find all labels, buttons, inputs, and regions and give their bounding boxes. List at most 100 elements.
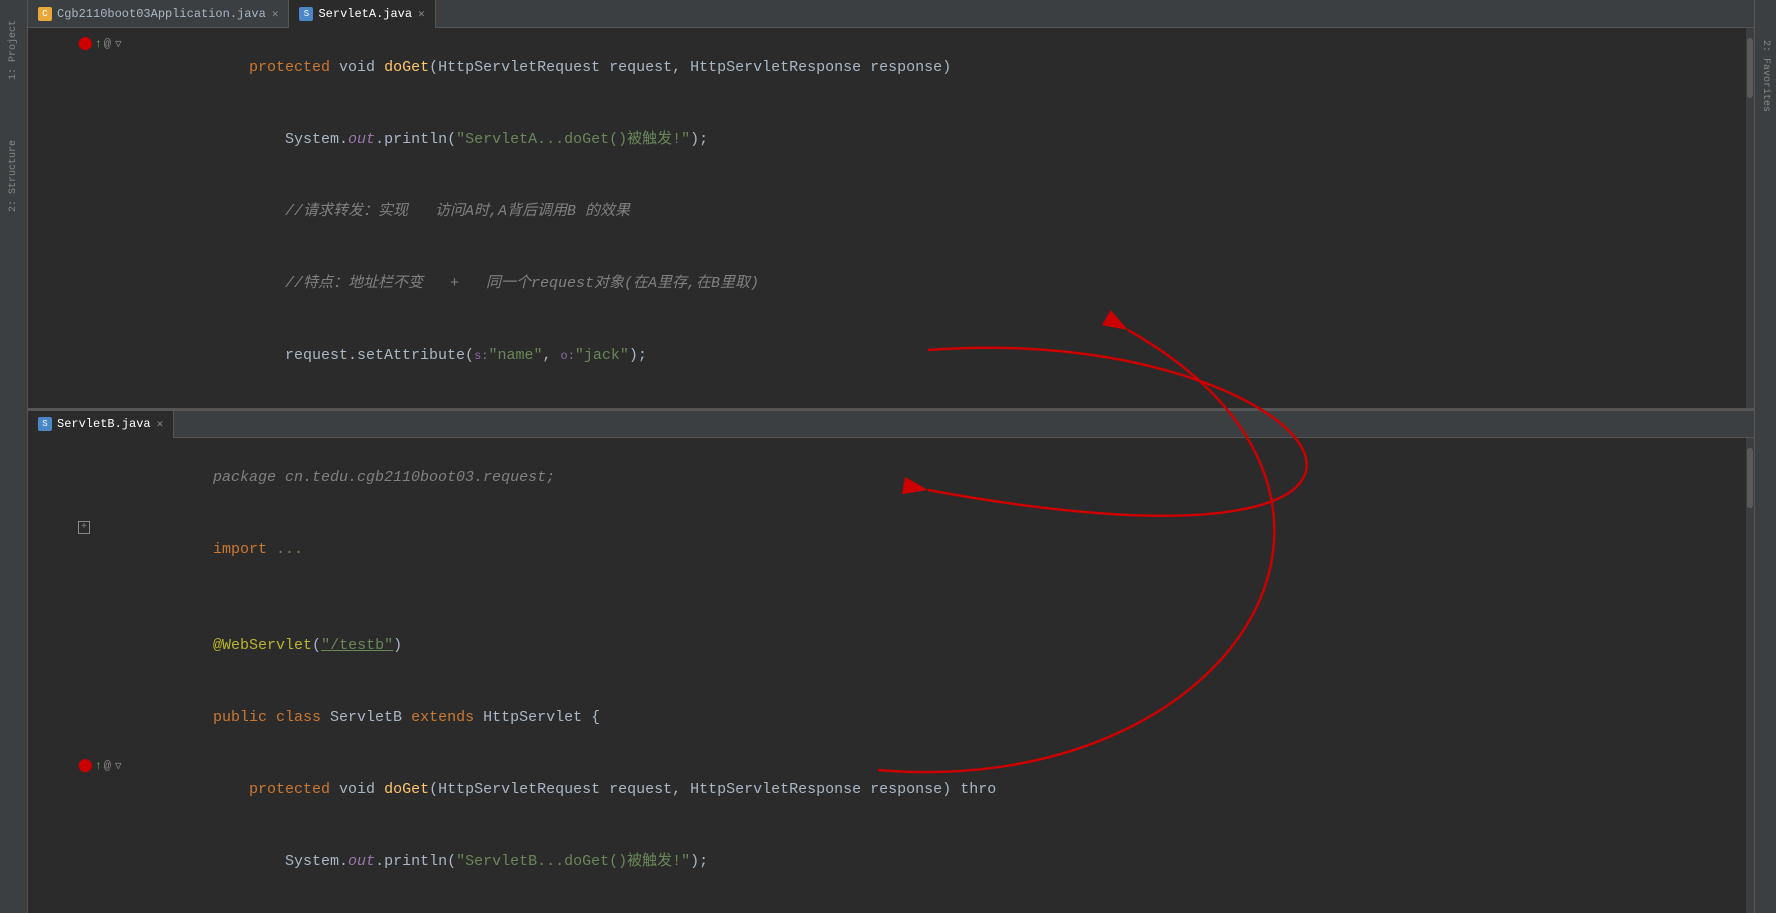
line-5: request.setAttribute(s:"name", o:"jack")…	[28, 320, 1754, 392]
fold-icon-b6[interactable]: ▽	[115, 759, 122, 773]
code-indent-b6	[213, 781, 249, 798]
line-b8: //获取A中存好的数据	[28, 898, 1754, 913]
line-code-b2: import ...	[123, 514, 1746, 586]
line-3: //请求转发：实现 访问A时,A背后调用B 的效果	[28, 176, 1754, 248]
left-sidebar: 1: Project 2: Structure	[0, 0, 28, 913]
code-close-2: );	[690, 131, 708, 148]
out-keyword-b7: out	[348, 853, 375, 870]
line-code-5: request.setAttribute(s:"name", o:"jack")…	[123, 320, 1746, 392]
line-b5: public class ServletB extends HttpServle…	[28, 682, 1754, 754]
fold-marker-b2[interactable]: +	[78, 521, 90, 534]
tab-servleta-close[interactable]: ✕	[418, 7, 425, 21]
line-code-b8: //获取A中存好的数据	[123, 898, 1746, 913]
tab-cgb-application[interactable]: C Cgb2110boot03Application.java ✕	[28, 0, 289, 28]
line-code-b4: @WebServlet("/testb")	[123, 610, 1746, 682]
line-1: ⬤ ↑ @ ▽ protected void doGet(HttpServlet…	[28, 32, 1754, 104]
fold-icon-1[interactable]: ▽	[115, 37, 122, 51]
code-close-5: );	[629, 347, 647, 364]
code-println-2: .println(	[375, 131, 456, 148]
pane-bottom: S ServletB.java ✕ package cn.tedu.cgb211…	[28, 410, 1754, 913]
line-2: System.out.println("ServletA...doGet()被触…	[28, 104, 1754, 176]
right-sidebar: 2: Favorites	[1754, 0, 1776, 913]
annotation-webservlet-b4: @WebServlet	[213, 637, 312, 654]
code-indent	[213, 59, 249, 76]
method-doget-b6: doGet	[384, 781, 429, 798]
line-code-3: //请求转发：实现 访问A时,A背后调用B 的效果	[123, 176, 1746, 248]
code-thro-b6: ) thro	[942, 781, 996, 798]
tab-servleta-label: ServletA.java	[318, 7, 412, 21]
sidebar-label-project[interactable]: 1: Project	[8, 20, 19, 80]
string-servleta-2: "ServletA...doGet()被触发!"	[456, 131, 690, 148]
kw-protected-1: protected	[249, 59, 330, 76]
string-name-5: "name"	[488, 347, 542, 364]
at-icon-b6: @	[104, 759, 111, 773]
line-icons-b2: +	[78, 521, 123, 534]
scrollbar-thumb-top	[1747, 38, 1753, 98]
code-system-2: System.	[213, 131, 348, 148]
tab-servlet-a[interactable]: S ServletA.java ✕	[289, 0, 435, 28]
bottom-tab-bar: S ServletB.java ✕	[28, 410, 1754, 438]
out-keyword-2: out	[348, 131, 375, 148]
param-response-1: response	[870, 59, 942, 76]
param-request-b6: request	[609, 781, 672, 798]
line-code-1: protected void doGet(HttpServletRequest …	[123, 32, 1746, 104]
tab-cgb-label: Cgb2110boot03Application.java	[57, 7, 266, 21]
line-code-b6: protected void doGet(HttpServletRequest …	[123, 754, 1746, 826]
code-space: void	[330, 59, 384, 76]
tab-servletb-close[interactable]: ✕	[157, 417, 164, 431]
tab-servletb-label: ServletB.java	[57, 417, 151, 431]
code-space-b6: void	[330, 781, 384, 798]
annotation-val-b4: "/testb"	[321, 637, 393, 654]
sidebar-label-favorites[interactable]: 2: Favorites	[1760, 40, 1771, 112]
string-jack-5: "jack"	[575, 347, 629, 364]
kw-extends-b5: extends	[411, 709, 483, 726]
breakpoint-b6[interactable]: ⬤	[78, 758, 93, 773]
run-icon-1[interactable]: ↑	[95, 37, 102, 51]
kw-import-b2: import	[213, 541, 276, 558]
comment-4: //特点：地址栏不变 + 同一个request对象(在A里存,在B里取)	[213, 275, 759, 292]
run-icon-b6[interactable]: ↑	[95, 759, 102, 773]
tab-cgb-close[interactable]: ✕	[272, 7, 279, 21]
tab-servlet-b[interactable]: S ServletB.java ✕	[28, 410, 174, 438]
scrollbar-thumb-bottom	[1747, 448, 1753, 508]
editor-area: C Cgb2110boot03Application.java ✕ S Serv…	[28, 0, 1754, 913]
code-httpservlet-b5: HttpServlet {	[483, 709, 600, 726]
code-comma-5: ,	[542, 347, 560, 364]
at-icon-1: @	[104, 37, 111, 51]
line-code-b5: public class ServletB extends HttpServle…	[123, 682, 1746, 754]
code-system-b7: System.	[213, 853, 348, 870]
line-b7: System.out.println("ServletB...doGet()被触…	[28, 826, 1754, 898]
param-response-b6: response	[870, 781, 942, 798]
import-ellipsis-b2: ...	[276, 541, 303, 558]
kw-class-b5: class	[276, 709, 330, 726]
kw-protected-b6: protected	[249, 781, 330, 798]
code-close-b7: );	[690, 853, 708, 870]
code-request-5: request.setAttribute(	[213, 347, 474, 364]
line-icons-1: ⬤ ↑ @ ▽	[78, 36, 123, 51]
line-b1: package cn.tedu.cgb2110boot03.request;	[28, 442, 1754, 514]
line-code-4: //特点：地址栏不变 + 同一个request对象(在A里存,在B里取)	[123, 248, 1746, 320]
servletb-file-icon: S	[38, 417, 52, 431]
kw-public-b5: public	[213, 709, 276, 726]
code-close-b4: )	[393, 637, 402, 654]
line-code-2: System.out.println("ServletA...doGet()被触…	[123, 104, 1746, 176]
line-code-b1: package cn.tedu.cgb2110boot03.request;	[123, 442, 1746, 514]
code-close-1: )	[942, 59, 951, 76]
top-tab-bar: C Cgb2110boot03Application.java ✕ S Serv…	[28, 0, 1754, 28]
code-package-b1: package cn.tedu.cgb2110boot03.request;	[213, 469, 555, 486]
code-comma-b6: , HttpServletResponse	[672, 781, 870, 798]
code-comma-1: , HttpServletResponse	[672, 59, 870, 76]
pane-top: C Cgb2110boot03Application.java ✕ S Serv…	[28, 0, 1754, 410]
line-b2: + import ...	[28, 514, 1754, 586]
scrollbar-top[interactable]	[1746, 28, 1754, 410]
line-b4: @WebServlet("/testb")	[28, 610, 1754, 682]
java-file-icon: C	[38, 7, 52, 21]
code-println-b7: .println(	[375, 853, 456, 870]
sidebar-label-structure[interactable]: 2: Structure	[8, 140, 19, 212]
breakpoint-run-icon[interactable]: ⬤	[78, 36, 93, 51]
line-icons-b6: ⬤ ↑ @ ▽	[78, 758, 123, 773]
line-code-b7: System.out.println("ServletB...doGet()被触…	[123, 826, 1746, 898]
code-area-top: ⬤ ↑ @ ▽ protected void doGet(HttpServlet…	[28, 28, 1754, 410]
line-b6: ⬤ ↑ @ ▽ protected void doGet(HttpServlet…	[28, 754, 1754, 826]
scrollbar-bottom[interactable]	[1746, 438, 1754, 913]
